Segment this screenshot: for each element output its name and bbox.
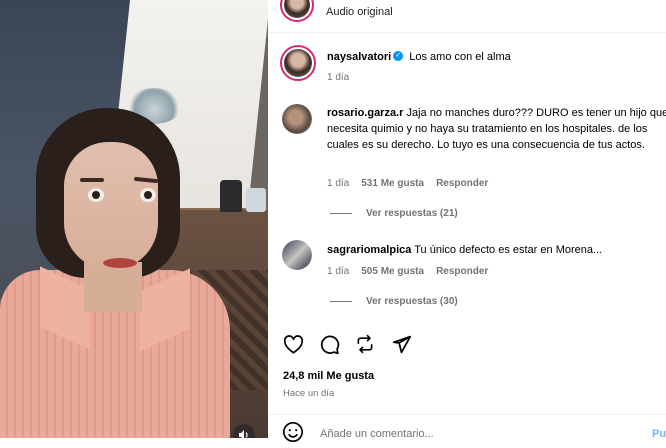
comment-username[interactable]: sagrariomalpica bbox=[327, 244, 411, 256]
comment-username[interactable]: rosario.garza.r bbox=[327, 107, 403, 119]
video-jar bbox=[246, 188, 266, 212]
posted-time: Hace un día bbox=[283, 388, 335, 399]
video-kettle bbox=[220, 180, 242, 212]
send-icon[interactable] bbox=[390, 333, 412, 355]
caption-text: Los amo con el alma bbox=[409, 51, 511, 63]
reply-button[interactable]: Responder bbox=[436, 266, 488, 277]
comment-meta: 1 día 531 Me gusta Responder bbox=[327, 176, 500, 192]
caption-avatar[interactable] bbox=[280, 45, 316, 81]
view-replies-button[interactable]: Ver respuestas (30) bbox=[330, 296, 458, 307]
view-replies-label: Ver respuestas (30) bbox=[366, 296, 458, 307]
audio-label[interactable]: Audio original bbox=[326, 6, 393, 18]
comment-likes[interactable]: 505 Me gusta bbox=[361, 266, 424, 277]
comment-likes[interactable]: 531 Me gusta bbox=[361, 178, 424, 189]
post-comment-button[interactable]: Pu bbox=[652, 428, 666, 440]
comment-text: Tu único defecto es estar en Morena... bbox=[414, 244, 603, 256]
replies-divider bbox=[330, 301, 352, 302]
video-person-eye-right bbox=[140, 188, 156, 202]
comment-time: 1 día bbox=[327, 178, 350, 189]
comment-meta: 1 día 505 Me gusta Responder bbox=[327, 264, 500, 280]
verified-badge-icon: ✓ bbox=[393, 51, 404, 62]
add-comment-row bbox=[282, 421, 666, 444]
caption-time: 1 día bbox=[327, 72, 350, 83]
instagram-post-view: Audio original naysalvatori ✓ Los amo con… bbox=[0, 0, 666, 442]
comment-item: sagrariomalpica Tu único defecto es esta… bbox=[327, 242, 666, 258]
video-person-brow-left bbox=[80, 178, 104, 182]
comment-box-divider bbox=[268, 414, 666, 415]
commenter-avatar[interactable] bbox=[282, 240, 312, 270]
reply-button[interactable]: Responder bbox=[436, 178, 488, 189]
comment-bubble-icon[interactable] bbox=[318, 333, 340, 355]
likes-count[interactable]: 24,8 mil Me gusta bbox=[283, 370, 374, 382]
post-header: Audio original bbox=[268, 0, 666, 33]
video-person-eye-left bbox=[88, 188, 104, 202]
comment-input[interactable] bbox=[318, 427, 622, 441]
view-replies-button[interactable]: Ver respuestas (21) bbox=[330, 208, 458, 219]
caption-username[interactable]: naysalvatori bbox=[327, 51, 391, 63]
comment-time: 1 día bbox=[327, 266, 350, 277]
view-replies-label: Ver respuestas (21) bbox=[366, 208, 458, 219]
video-person-lips bbox=[103, 258, 137, 268]
commenter-avatar[interactable] bbox=[282, 104, 312, 134]
emoji-icon[interactable] bbox=[282, 421, 304, 448]
caption-meta: 1 día bbox=[327, 70, 361, 86]
post-sidebar: Audio original naysalvatori ✓ Los amo con… bbox=[268, 0, 666, 442]
comment-item: rosario.garza.r Jaja no manches duro??? … bbox=[327, 105, 666, 153]
post-actions bbox=[282, 333, 412, 355]
heart-icon[interactable] bbox=[282, 333, 304, 355]
repost-icon[interactable] bbox=[354, 333, 376, 355]
replies-divider bbox=[330, 213, 352, 214]
video-person-face bbox=[64, 142, 158, 270]
author-avatar[interactable] bbox=[280, 0, 314, 22]
reel-video[interactable] bbox=[0, 0, 268, 438]
caption: naysalvatori ✓ Los amo con el alma bbox=[327, 49, 511, 65]
